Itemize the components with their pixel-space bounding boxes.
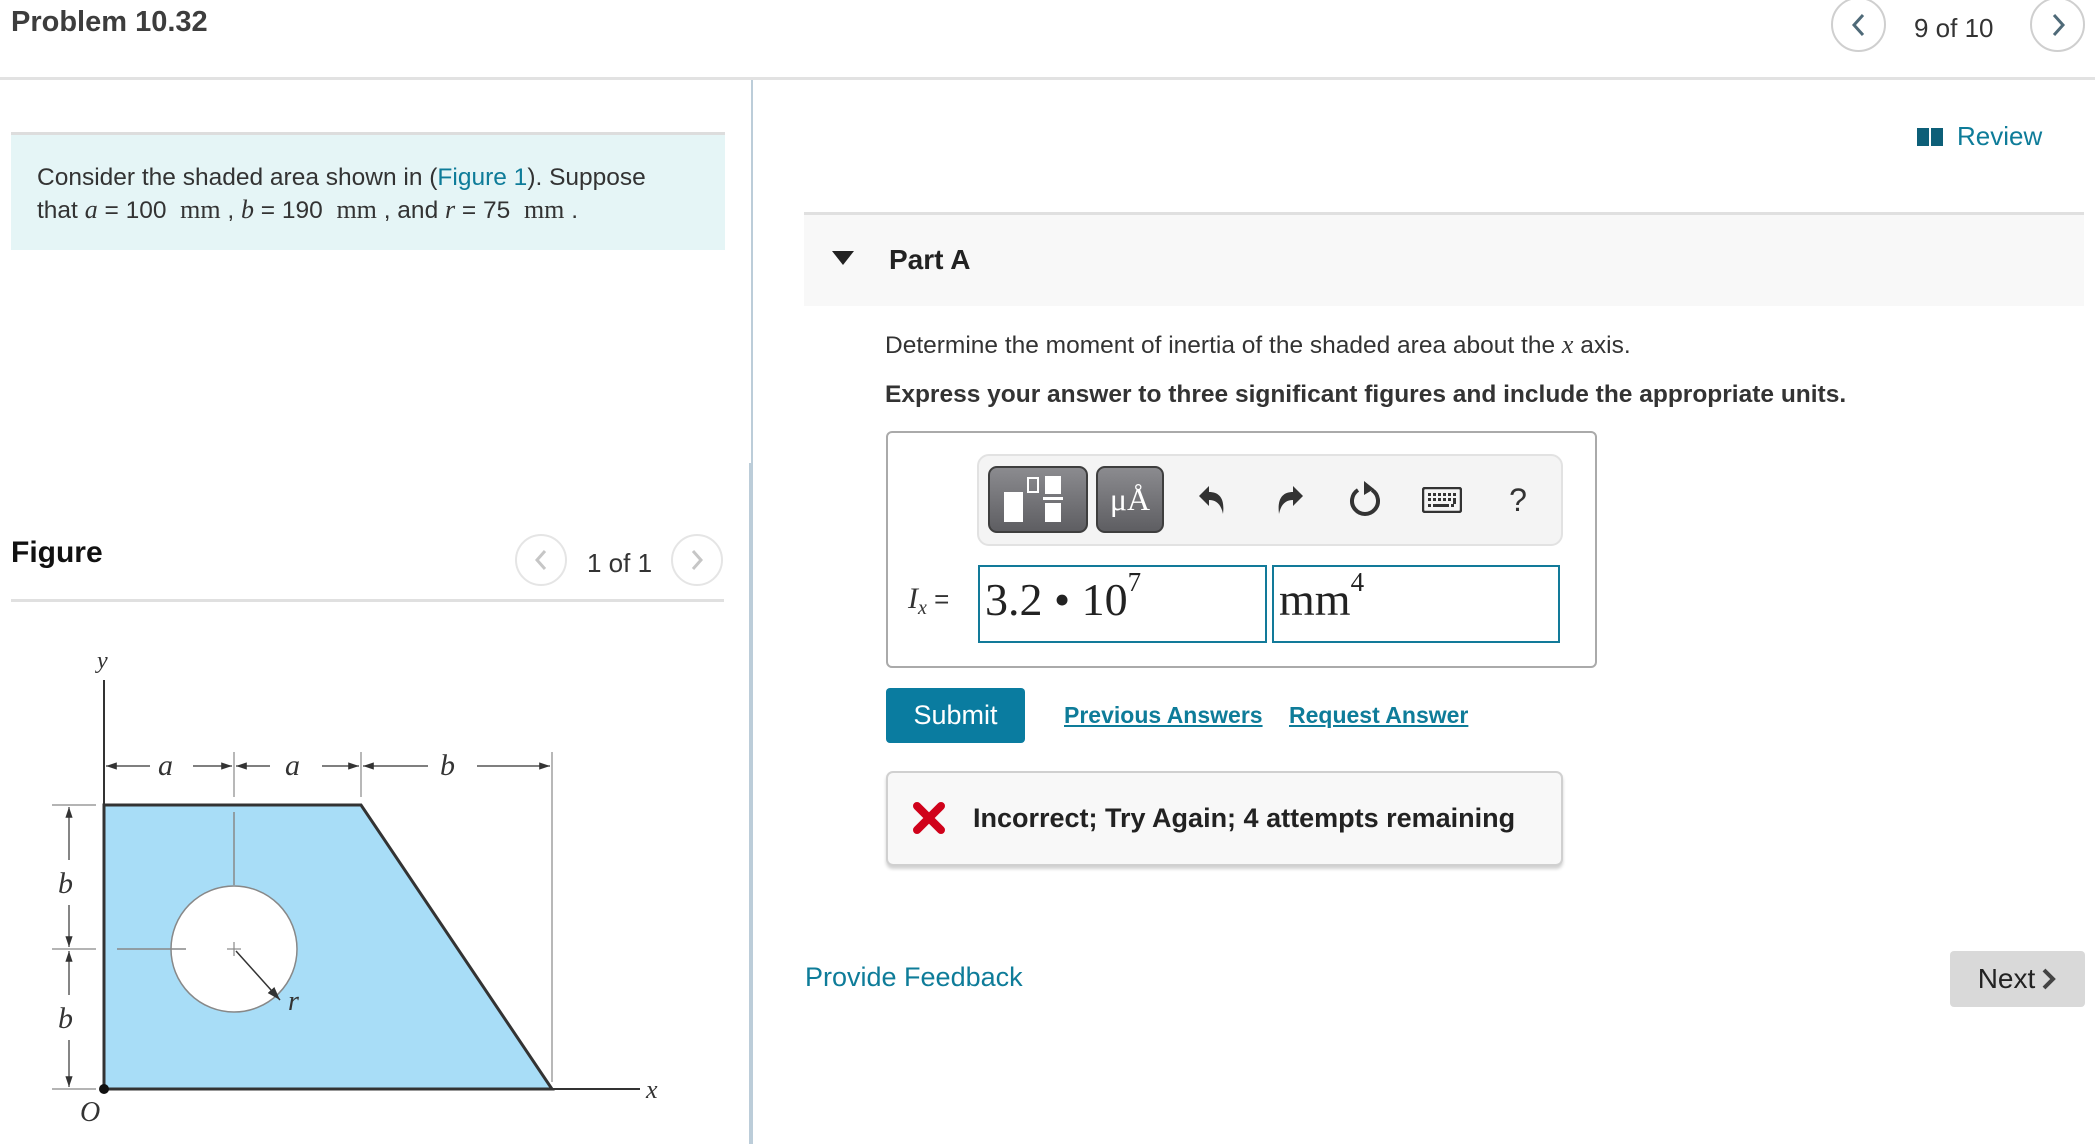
provide-feedback-link[interactable]: Provide Feedback: [805, 962, 1023, 993]
figure-next-button[interactable]: [671, 534, 723, 586]
chevron-right-icon: [2052, 13, 2065, 36]
figure-previous-button[interactable]: [515, 534, 567, 586]
previous-problem-button[interactable]: [1831, 0, 1886, 52]
origin-point: [99, 1084, 109, 1094]
review-label: Review: [1957, 121, 2043, 151]
answer-instruction: Express your answer to three significant…: [885, 381, 1847, 408]
header-divider: [0, 77, 2095, 80]
problem-line-2: that a = 100 mm , b = 190 mm , and r = 7…: [37, 195, 579, 224]
chevron-right-icon: [691, 550, 704, 570]
question-text: Determine the moment of inertia of the s…: [885, 330, 1631, 359]
redo-icon: [1278, 486, 1303, 514]
dim-label-b-lower: b: [58, 1002, 73, 1035]
redo-button[interactable]: [1270, 480, 1310, 520]
undo-button[interactable]: [1192, 480, 1232, 520]
next-button[interactable]: Next: [1950, 951, 2085, 1007]
figure-link[interactable]: Figure 1: [437, 164, 527, 191]
answer-variable-label: Ix =: [908, 582, 950, 620]
figure-divider: [11, 599, 724, 602]
submit-button[interactable]: Submit: [886, 688, 1025, 743]
templates-icon: [1004, 476, 1063, 522]
chevron-right-icon: [2042, 968, 2057, 990]
reset-button[interactable]: [1346, 480, 1386, 520]
value-r: 75: [483, 197, 511, 224]
review-link[interactable]: Review: [1917, 121, 2042, 152]
book-icon: [1917, 127, 1943, 146]
x-axis-label: x: [645, 1075, 658, 1104]
previous-answers-link[interactable]: Previous Answers: [1064, 702, 1263, 729]
request-answer-link[interactable]: Request Answer: [1289, 702, 1468, 729]
next-label: Next: [1977, 963, 2036, 994]
y-axis-label: y: [95, 648, 108, 674]
dim-label-a2: a: [285, 749, 300, 782]
keyboard-button[interactable]: [1420, 484, 1464, 516]
problem-statement: Consider the shaded area shown in (Figur…: [11, 132, 725, 250]
var-b: b: [241, 195, 254, 224]
templates-button[interactable]: [988, 466, 1088, 533]
value-a: 100: [125, 197, 167, 224]
dim-label-b-top: b: [440, 749, 455, 782]
caret-down-icon[interactable]: [832, 251, 854, 265]
figure-heading: Figure: [11, 536, 103, 569]
part-a-title: Part A: [889, 244, 971, 275]
answer-units-input[interactable]: mm4: [1272, 565, 1560, 643]
x-mark-icon: [913, 802, 945, 834]
feedback-message: Incorrect; Try Again; 4 attempts remaini…: [973, 803, 1516, 833]
panel-scrollbar[interactable]: [749, 463, 753, 1144]
var-a: a: [84, 195, 98, 224]
radius-label: r: [288, 986, 299, 1017]
origin-label: O: [80, 1097, 100, 1128]
panel-divider: [751, 80, 753, 463]
dim-label-a1: a: [158, 749, 173, 782]
problem-title: Problem 10.32: [11, 6, 208, 38]
answer-value-input[interactable]: 3.2 • 107: [978, 565, 1267, 643]
chevron-left-icon: [1851, 13, 1864, 36]
help-button[interactable]: ?: [1500, 478, 1536, 522]
chevron-left-icon: [534, 550, 547, 570]
units-button[interactable]: μÅ: [1096, 466, 1164, 533]
problem-line-1: Consider the shaded area shown in (Figur…: [37, 164, 646, 191]
figure-counter: 1 of 1: [587, 548, 653, 578]
undo-icon: [1199, 486, 1224, 514]
problem-counter: 9 of 10: [1914, 13, 1994, 43]
var-r: r: [445, 195, 456, 224]
keyboard-icon: [1422, 487, 1462, 513]
reset-icon: [1350, 481, 1380, 516]
part-a-header[interactable]: [804, 212, 2084, 306]
value-b: 190: [281, 197, 323, 224]
figure-diagram: y x O a a b b b r: [52, 648, 658, 1128]
dim-label-b-upper: b: [58, 867, 73, 900]
next-problem-button[interactable]: [2030, 0, 2085, 52]
